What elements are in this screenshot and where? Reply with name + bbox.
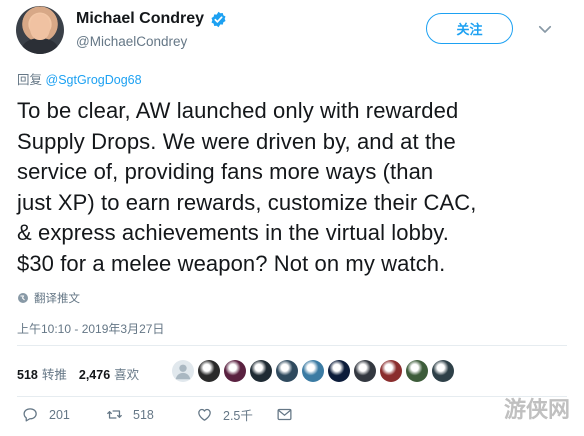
tweet-text: To be clear, AW launched only with rewar… (17, 96, 569, 279)
tweet-line: To be clear, AW launched only with rewar… (17, 98, 459, 123)
liker-avatar[interactable] (224, 360, 246, 382)
divider (17, 396, 567, 397)
like-count: 2,476 (78, 368, 111, 382)
tweet-line: $30 for a melee weapon? Not on my watch. (17, 250, 446, 276)
retweet-action-count: 518 (133, 407, 154, 422)
watermark-text: 游侠网 (504, 397, 571, 423)
direct-message-button[interactable] (276, 406, 293, 423)
author-name-row[interactable]: Michael Condrey (76, 10, 227, 28)
like-button[interactable]: 2.5千 (196, 405, 276, 424)
reply-icon (23, 408, 37, 422)
retweet-icon (107, 410, 122, 419)
follow-button[interactable]: 关注 (426, 13, 513, 44)
liker-avatar[interactable] (302, 360, 324, 382)
tweet-timestamp[interactable]: 上午10:10 - 2019年3月27日 (17, 320, 164, 337)
like-stat-label: 喜欢 (114, 368, 140, 382)
like-action-count: 2.5千 (223, 409, 253, 423)
liker-avatar[interactable] (380, 360, 402, 382)
liker-avatar[interactable] (354, 360, 376, 382)
liker-avatar[interactable] (250, 360, 272, 382)
tweet-line: service of, providing fans more ways (th… (17, 159, 434, 184)
liker-avatar[interactable] (328, 360, 350, 382)
verified-badge-icon (211, 11, 226, 27)
globe-icon (18, 293, 28, 303)
heart-icon (198, 408, 211, 421)
tweet-line: Supply Drops. We were driven by, and at … (17, 128, 456, 154)
author-handle[interactable]: @MichaelCondrey (76, 34, 187, 49)
envelope-icon (277, 408, 292, 421)
liker-avatar[interactable] (198, 360, 220, 382)
reply-mention-link[interactable]: @SgtGrogDog68 (46, 73, 142, 87)
like-stat[interactable]: 2,476 喜欢 (79, 364, 139, 383)
reply-context: 回复 @SgtGrogDog68 (17, 69, 142, 88)
reply-count: 201 (49, 407, 70, 422)
author-avatar[interactable] (16, 6, 64, 54)
author-display-name[interactable]: Michael Condrey (76, 10, 204, 28)
tweet-line: & express achievements in the virtual lo… (17, 220, 449, 245)
divider (17, 345, 567, 346)
retweet-stat[interactable]: 518 转推 (17, 364, 67, 383)
liker-avatar[interactable] (276, 360, 298, 382)
user-silhouette-icon (175, 364, 191, 380)
tweet-stats: 518 转推 2,476 喜欢 (17, 364, 139, 383)
retweet-stat-label: 转推 (41, 368, 67, 382)
liker-avatar[interactable] (406, 360, 428, 382)
reply-prefix: 回复 (17, 73, 43, 87)
reply-button[interactable]: 201 (22, 406, 106, 423)
liker-avatar[interactable] (432, 360, 454, 382)
liker-avatars (172, 360, 454, 382)
translate-label[interactable]: 翻译推文 (34, 290, 80, 306)
tweet-actions: 201 518 2.5千 (22, 405, 293, 424)
translate-tweet-link[interactable]: 翻译推文 (17, 290, 80, 306)
tweet-line: just XP) to earn rewards, customize thei… (17, 189, 477, 215)
chevron-down-icon[interactable] (536, 20, 554, 38)
default-avatar-icon[interactable] (172, 360, 194, 382)
retweet-button[interactable]: 518 (106, 406, 196, 423)
retweet-count: 518 (17, 368, 38, 382)
